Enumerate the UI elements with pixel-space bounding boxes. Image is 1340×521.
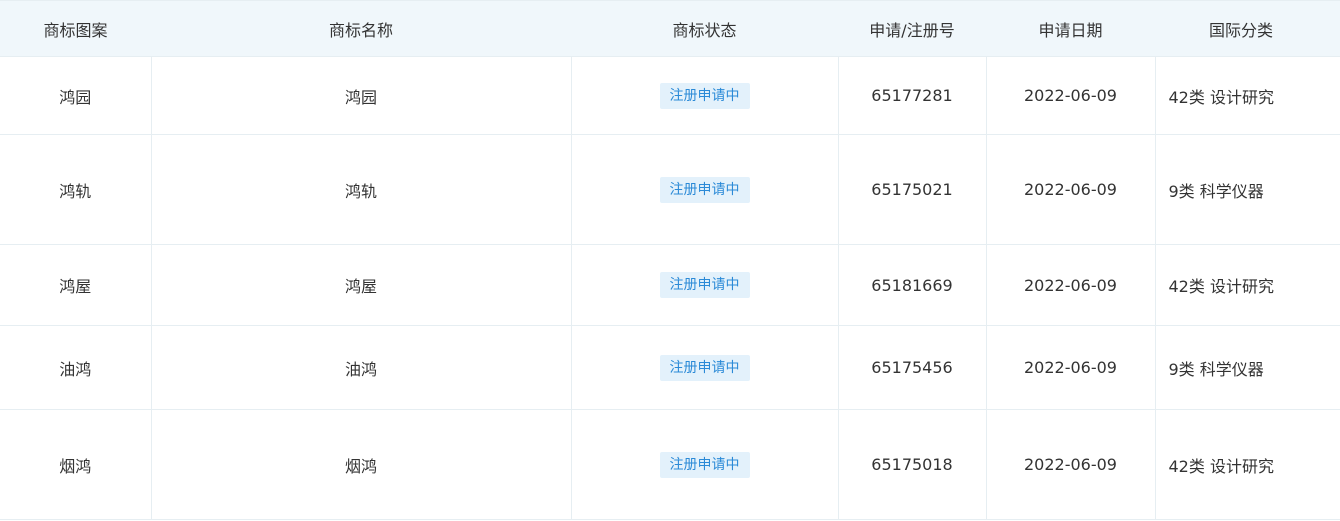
table-body: 鸿园 鸿园 注册申请中 65177281 2022-06-09 42类 设计研究… [0, 56, 1340, 520]
header-name: 商标名称 [151, 0, 571, 57]
application-date: 2022-06-09 [985, 134, 1156, 245]
header-date: 申请日期 [986, 0, 1155, 57]
registration-number: 65175456 [837, 325, 987, 410]
trademark-name[interactable]: 烟鸿 [150, 409, 572, 520]
table-row[interactable]: 油鸿 油鸿 注册申请中 65175456 2022-06-09 9类 科学仪器 [0, 325, 1340, 410]
application-date: 2022-06-09 [985, 244, 1156, 326]
application-date: 2022-06-09 [985, 325, 1156, 410]
trademark-table: 商标图案 商标名称 商标状态 申请/注册号 申请日期 国际分类 鸿园 鸿园 注册… [0, 0, 1340, 520]
international-class: 42类 设计研究 [1154, 244, 1340, 326]
table-row[interactable]: 鸿轨 鸿轨 注册申请中 65175021 2022-06-09 9类 科学仪器 [0, 134, 1340, 245]
status-badge: 注册申请中 [659, 451, 750, 478]
trademark-name[interactable]: 鸿园 [150, 56, 572, 135]
header-status: 商标状态 [571, 0, 838, 57]
application-date: 2022-06-09 [985, 409, 1156, 520]
status-badge: 注册申请中 [659, 354, 750, 381]
trademark-pattern[interactable]: 鸿园 [0, 56, 152, 135]
table-row[interactable]: 鸿屋 鸿屋 注册申请中 65181669 2022-06-09 42类 设计研究 [0, 244, 1340, 326]
trademark-pattern[interactable]: 鸿轨 [0, 134, 152, 245]
header-row: 商标图案 商标名称 商标状态 申请/注册号 申请日期 国际分类 [0, 0, 1340, 57]
international-class: 9类 科学仪器 [1154, 134, 1340, 245]
registration-number: 65177281 [837, 56, 987, 135]
status-badge: 注册申请中 [659, 176, 750, 203]
international-class: 42类 设计研究 [1154, 409, 1340, 520]
table-row[interactable]: 烟鸿 烟鸿 注册申请中 65175018 2022-06-09 42类 设计研究 [0, 409, 1340, 520]
registration-number: 65175018 [837, 409, 987, 520]
application-date: 2022-06-09 [985, 56, 1156, 135]
status-cell: 注册申请中 [570, 409, 839, 520]
trademark-name[interactable]: 鸿轨 [150, 134, 572, 245]
trademark-pattern[interactable]: 油鸿 [0, 325, 152, 410]
registration-number: 65175021 [837, 134, 987, 245]
status-badge: 注册申请中 [659, 272, 750, 298]
trademark-pattern[interactable]: 烟鸿 [0, 409, 152, 520]
header-reg-no: 申请/注册号 [838, 0, 986, 57]
status-cell: 注册申请中 [570, 134, 839, 245]
trademark-pattern[interactable]: 鸿屋 [0, 244, 152, 326]
table-header: 商标图案 商标名称 商标状态 申请/注册号 申请日期 国际分类 [0, 0, 1340, 57]
header-pattern: 商标图案 [0, 0, 151, 57]
status-cell: 注册申请中 [570, 325, 839, 410]
trademark-name[interactable]: 油鸿 [150, 325, 572, 410]
status-cell: 注册申请中 [570, 56, 839, 135]
table-row[interactable]: 鸿园 鸿园 注册申请中 65177281 2022-06-09 42类 设计研究 [0, 56, 1340, 135]
trademark-name[interactable]: 鸿屋 [150, 244, 572, 326]
status-cell: 注册申请中 [570, 244, 839, 326]
status-badge: 注册申请中 [659, 82, 750, 109]
international-class: 9类 科学仪器 [1154, 325, 1340, 410]
header-class: 国际分类 [1155, 0, 1340, 57]
international-class: 42类 设计研究 [1154, 56, 1340, 135]
registration-number: 65181669 [837, 244, 987, 326]
